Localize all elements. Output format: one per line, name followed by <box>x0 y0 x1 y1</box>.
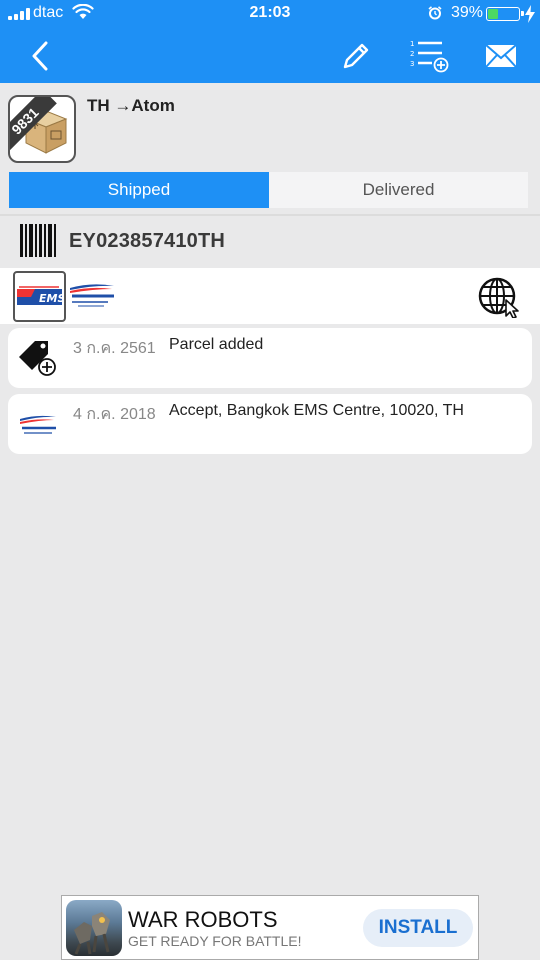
numbered-list-add-icon: 1 2 3 <box>410 40 449 73</box>
parcel-title: TH →Atom <box>87 96 175 115</box>
ad-subtitle: GET READY FOR BATTLE! <box>128 933 302 949</box>
carrier-row: EMS <box>0 268 540 324</box>
svg-text:3: 3 <box>410 60 414 68</box>
envelope-icon <box>485 44 517 68</box>
svg-text:2: 2 <box>410 50 414 58</box>
barcode-icon <box>20 224 56 257</box>
tab-delivered[interactable]: Delivered <box>269 172 528 208</box>
edit-button[interactable] <box>334 36 378 76</box>
ems-logo-icon[interactable]: EMS <box>13 271 66 322</box>
parcel-box-icon[interactable]: 9831 <box>8 95 76 163</box>
install-button[interactable]: INSTALL <box>363 909 473 947</box>
ad-banner[interactable]: WAR ROBOTS GET READY FOR BATTLE! INSTALL <box>61 895 479 960</box>
event-description: Parcel added <box>169 336 264 353</box>
top-bar: dtac 21:03 39% 1 2 3 <box>0 0 540 83</box>
battery-icon <box>486 7 524 21</box>
tracking-event[interactable]: 4 ก.ค. 2018 Accept, Bangkok EMS Centre, … <box>8 394 532 454</box>
status-bar: dtac 21:03 39% <box>0 0 540 28</box>
charging-icon <box>525 5 535 23</box>
ad-app-icon[interactable] <box>66 900 122 956</box>
event-description: Accept, Bangkok EMS Centre, 10020, TH <box>169 402 464 419</box>
svg-text:EMS: EMS <box>39 292 64 305</box>
back-button[interactable] <box>22 36 58 76</box>
tab-shipped[interactable]: Shipped <box>9 172 269 208</box>
thailand-post-logo-icon <box>20 415 56 434</box>
event-date: 4 ก.ค. 2018 <box>73 406 156 423</box>
tracking-number[interactable]: EY023857410TH <box>69 230 225 253</box>
chevron-left-icon <box>32 41 48 71</box>
alarm-icon <box>428 6 442 20</box>
pencil-icon <box>343 43 369 69</box>
status-segmented-control: Shipped Delivered <box>9 172 528 208</box>
thailand-post-logo-icon <box>70 284 114 307</box>
divider <box>0 214 540 216</box>
battery-percentage: 39% <box>451 4 484 21</box>
tag-add-icon <box>19 341 56 376</box>
tracking-event[interactable]: 3 ก.ค. 2561 Parcel added <box>8 328 532 388</box>
globe-link-icon[interactable] <box>476 276 522 318</box>
add-to-list-button[interactable]: 1 2 3 <box>406 36 454 76</box>
event-date: 3 ก.ค. 2561 <box>73 340 156 357</box>
svg-text:1: 1 <box>410 40 414 48</box>
mail-button[interactable] <box>478 36 524 76</box>
ad-title: WAR ROBOTS <box>128 907 278 932</box>
parcel-header: 9831 TH →Atom <box>0 83 540 169</box>
